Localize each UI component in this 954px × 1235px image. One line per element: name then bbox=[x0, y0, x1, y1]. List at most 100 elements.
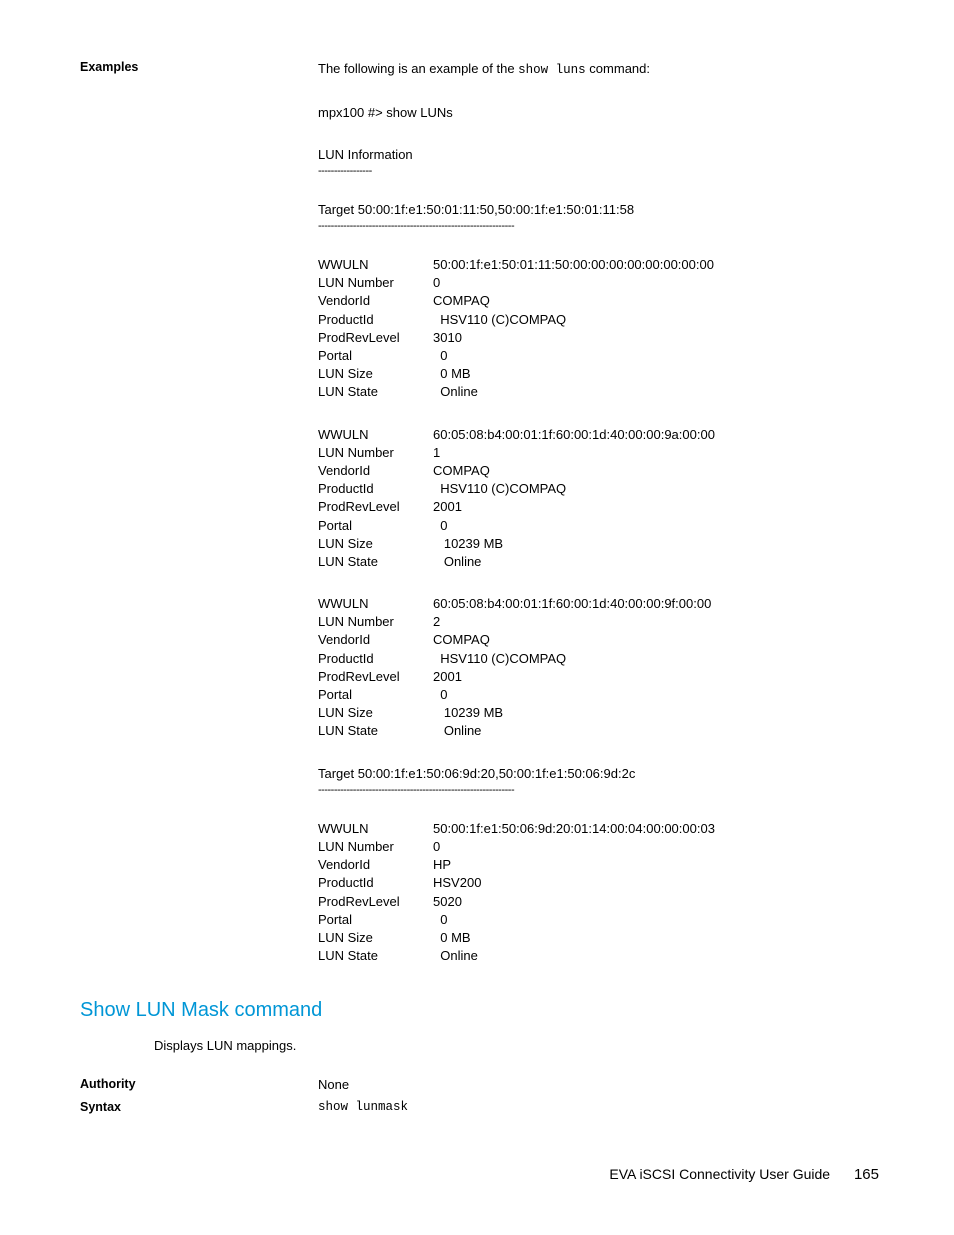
lun-field-label: ProdRevLevel bbox=[318, 498, 433, 516]
lun-field-value: HSV200 bbox=[433, 874, 481, 892]
intro-pre: The following is an example of the bbox=[318, 61, 518, 76]
lun-row: ProductId HSV110 (C)COMPAQ bbox=[318, 480, 879, 498]
lun-field-label: ProdRevLevel bbox=[318, 668, 433, 686]
lun-row: ProdRevLevel2001 bbox=[318, 498, 879, 516]
lun-field-value: 2 bbox=[433, 613, 440, 631]
lun-row: ProductId HSV110 (C)COMPAQ bbox=[318, 650, 879, 668]
lun-row: LUN Size 0 MB bbox=[318, 929, 879, 947]
lun-row: WWULN60:05:08:b4:00:01:1f:60:00:1d:40:00… bbox=[318, 426, 879, 444]
lun-field-label: Portal bbox=[318, 347, 433, 365]
lun-field-value: 0 bbox=[433, 911, 447, 929]
lun-block: WWULN50:00:1f:e1:50:06:9d:20:01:14:00:04… bbox=[318, 820, 879, 966]
lun-field-label: VendorId bbox=[318, 292, 433, 310]
lun-row: VendorIdCOMPAQ bbox=[318, 462, 879, 480]
lun-field-value: 50:00:1f:e1:50:01:11:50:00:00:00:00:00:0… bbox=[433, 256, 714, 274]
examples-label: Examples bbox=[80, 60, 318, 965]
lun-row: Portal 0 bbox=[318, 686, 879, 704]
lun-field-label: ProdRevLevel bbox=[318, 893, 433, 911]
lun-field-value: Online bbox=[433, 947, 478, 965]
dash-line: ----------------------------------------… bbox=[318, 220, 879, 232]
lun-field-value: 2001 bbox=[433, 668, 462, 686]
lun-field-value: 0 bbox=[433, 686, 447, 704]
lun-row: WWULN50:00:1f:e1:50:06:9d:20:01:14:00:04… bbox=[318, 820, 879, 838]
lun-field-value: 5020 bbox=[433, 893, 462, 911]
lun-field-value: 60:05:08:b4:00:01:1f:60:00:1d:40:00:00:9… bbox=[433, 426, 715, 444]
intro-post: command: bbox=[586, 61, 650, 76]
lun-row: LUN Number1 bbox=[318, 444, 879, 462]
lun-row: VendorIdCOMPAQ bbox=[318, 631, 879, 649]
lun-row: LUN State Online bbox=[318, 553, 879, 571]
lun-field-label: LUN State bbox=[318, 553, 433, 571]
lun-field-label: Portal bbox=[318, 911, 433, 929]
lun-row: LUN State Online bbox=[318, 383, 879, 401]
lun-field-label: LUN Number bbox=[318, 274, 433, 292]
lun-row: Portal 0 bbox=[318, 911, 879, 929]
lun-field-label: WWULN bbox=[318, 820, 433, 838]
lun-field-value: 0 bbox=[433, 517, 447, 535]
lun-field-label: ProductId bbox=[318, 311, 433, 329]
lun-field-label: LUN Size bbox=[318, 704, 433, 722]
show-lun-mask-desc: Displays LUN mappings. bbox=[154, 1038, 879, 1053]
lun-row: VendorIdHP bbox=[318, 856, 879, 874]
lun-field-value: COMPAQ bbox=[433, 292, 490, 310]
lun-field-value: 60:05:08:b4:00:01:1f:60:00:1d:40:00:00:9… bbox=[433, 595, 711, 613]
lun-field-value: 0 MB bbox=[433, 929, 471, 947]
dash-line: ----------------------------------------… bbox=[318, 784, 879, 796]
show-lun-mask-heading: Show LUN Mask command bbox=[80, 999, 879, 1022]
lun-row: WWULN60:05:08:b4:00:01:1f:60:00:1d:40:00… bbox=[318, 595, 879, 613]
target-line: Target 50:00:1f:e1:50:01:11:50,50:00:1f:… bbox=[318, 201, 879, 219]
lun-field-label: WWULN bbox=[318, 256, 433, 274]
examples-content: The following is an example of the show … bbox=[318, 60, 879, 965]
lun-field-label: WWULN bbox=[318, 595, 433, 613]
lun-field-label: VendorId bbox=[318, 856, 433, 874]
page-footer: EVA iSCSI Connectivity User Guide 165 bbox=[609, 1166, 879, 1183]
lun-row: LUN State Online bbox=[318, 947, 879, 965]
lun-field-value: 3010 bbox=[433, 329, 462, 347]
lun-field-value: 0 bbox=[433, 347, 447, 365]
lun-field-value: 0 MB bbox=[433, 365, 471, 383]
lun-row: LUN State Online bbox=[318, 722, 879, 740]
lun-field-value: Online bbox=[433, 383, 478, 401]
lun-field-value: 2001 bbox=[433, 498, 462, 516]
lun-field-label: LUN Size bbox=[318, 929, 433, 947]
lun-field-label: Portal bbox=[318, 686, 433, 704]
authority-value: None bbox=[318, 1077, 879, 1092]
lun-field-label: VendorId bbox=[318, 631, 433, 649]
lun-field-label: VendorId bbox=[318, 462, 433, 480]
lun-field-label: ProdRevLevel bbox=[318, 329, 433, 347]
lun-field-label: LUN Number bbox=[318, 444, 433, 462]
lun-field-label: LUN State bbox=[318, 947, 433, 965]
lun-field-label: ProductId bbox=[318, 874, 433, 892]
lun-field-label: WWULN bbox=[318, 426, 433, 444]
target-line: Target 50:00:1f:e1:50:06:9d:20,50:00:1f:… bbox=[318, 765, 879, 783]
lun-block: WWULN60:05:08:b4:00:01:1f:60:00:1d:40:00… bbox=[318, 595, 879, 741]
lun-row: VendorIdCOMPAQ bbox=[318, 292, 879, 310]
lun-field-label: LUN State bbox=[318, 722, 433, 740]
lun-field-value: Online bbox=[433, 553, 481, 571]
lun-field-value: 50:00:1f:e1:50:06:9d:20:01:14:00:04:00:0… bbox=[433, 820, 715, 838]
lun-row: Portal 0 bbox=[318, 517, 879, 535]
lun-block: WWULN60:05:08:b4:00:01:1f:60:00:1d:40:00… bbox=[318, 426, 879, 572]
lun-field-value: 10239 MB bbox=[433, 704, 503, 722]
lun-row: WWULN50:00:1f:e1:50:01:11:50:00:00:00:00… bbox=[318, 256, 879, 274]
footer-page: 165 bbox=[854, 1166, 879, 1183]
lun-row: ProdRevLevel2001 bbox=[318, 668, 879, 686]
lun-row: ProdRevLevel5020 bbox=[318, 893, 879, 911]
lun-row: ProdRevLevel3010 bbox=[318, 329, 879, 347]
lun-field-label: LUN Size bbox=[318, 535, 433, 553]
lun-row: ProductIdHSV200 bbox=[318, 874, 879, 892]
lun-field-label: LUN Number bbox=[318, 613, 433, 631]
intro-mono: show luns bbox=[518, 63, 586, 77]
lun-row: LUN Number0 bbox=[318, 838, 879, 856]
authority-label: Authority bbox=[80, 1077, 318, 1092]
lun-field-label: LUN Size bbox=[318, 365, 433, 383]
lun-field-label: ProductId bbox=[318, 650, 433, 668]
lun-row: Portal 0 bbox=[318, 347, 879, 365]
syntax-value: show lunmask bbox=[318, 1100, 879, 1114]
lun-field-label: LUN Number bbox=[318, 838, 433, 856]
cmd-line: mpx100 #> show LUNs bbox=[318, 104, 879, 122]
lun-field-label: Portal bbox=[318, 517, 433, 535]
lun-row: LUN Size 10239 MB bbox=[318, 704, 879, 722]
lun-field-value: HSV110 (C)COMPAQ bbox=[433, 480, 566, 498]
lun-field-label: LUN State bbox=[318, 383, 433, 401]
